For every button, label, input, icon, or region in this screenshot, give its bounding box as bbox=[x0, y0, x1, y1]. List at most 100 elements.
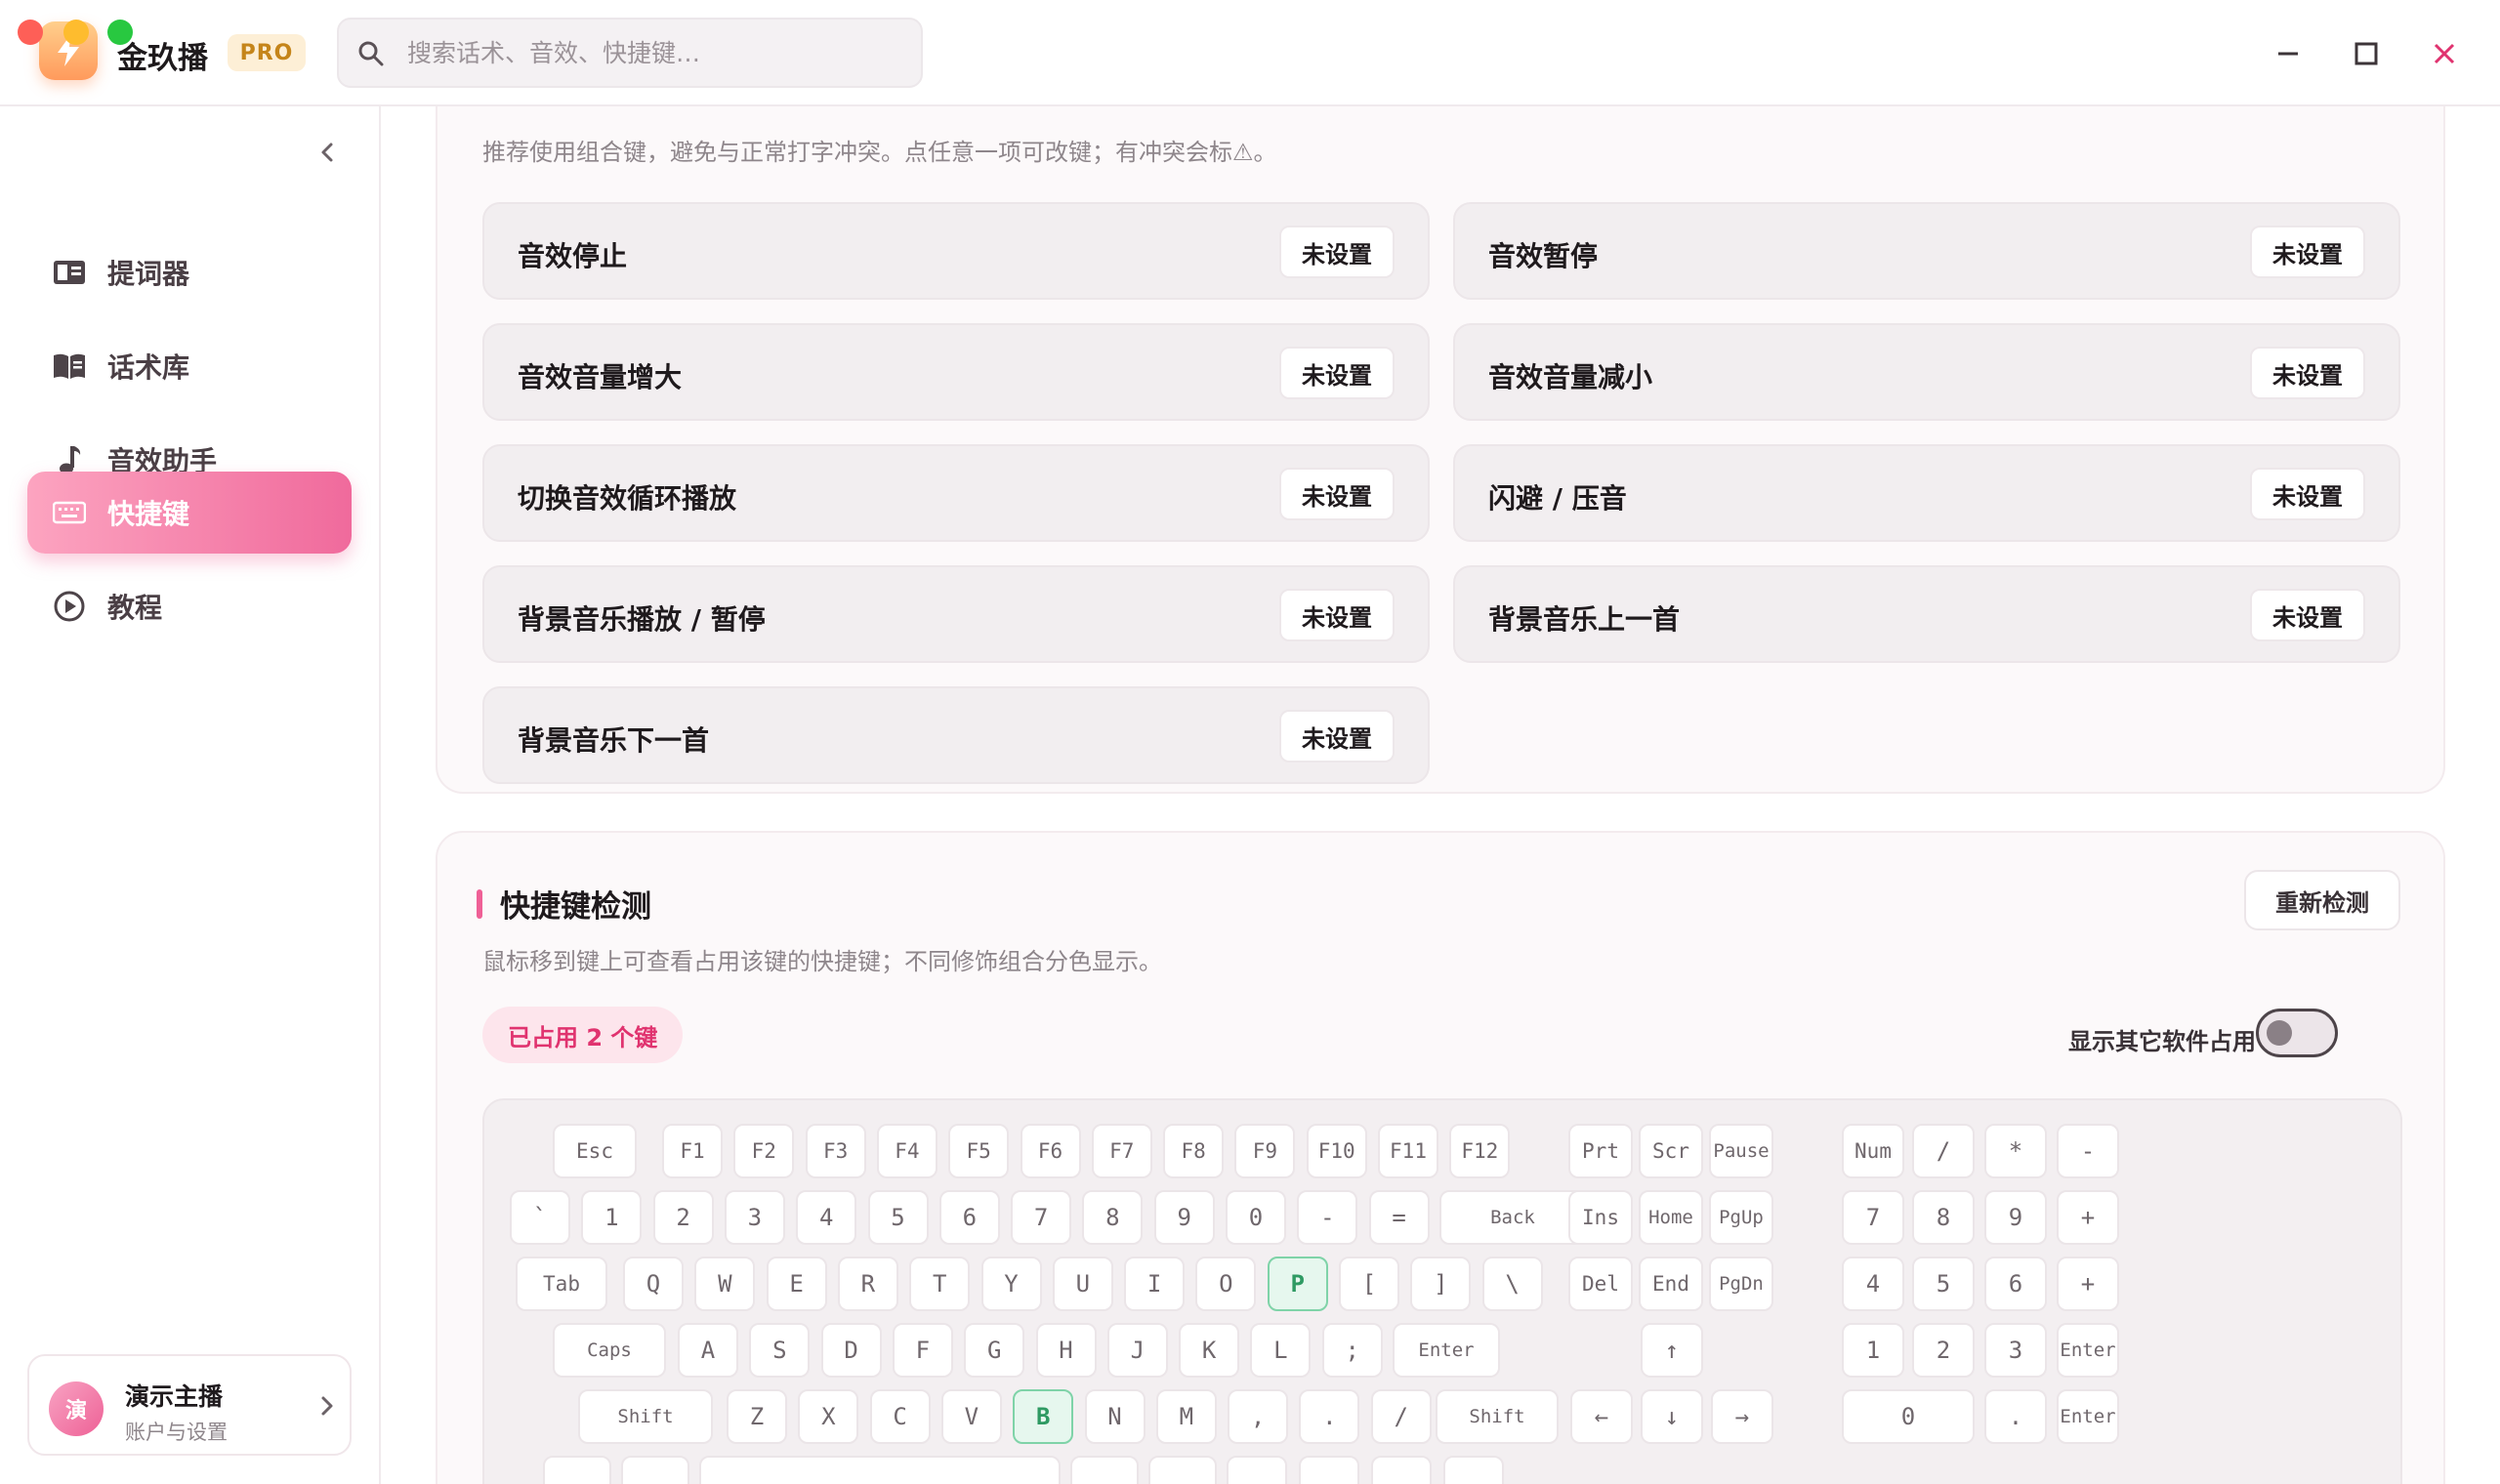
redetect-button[interactable]: 重新检测 bbox=[2244, 870, 2400, 930]
key-symbol[interactable]: + bbox=[2057, 1257, 2119, 1311]
key-symbol[interactable]: ↑ bbox=[1641, 1323, 1703, 1378]
key-0[interactable]: 0 bbox=[1842, 1389, 1975, 1444]
key-enter[interactable]: Enter bbox=[1393, 1323, 1500, 1378]
key-w[interactable]: W bbox=[694, 1257, 756, 1311]
key-f11[interactable]: F11 bbox=[1378, 1124, 1438, 1178]
key-9[interactable]: 9 bbox=[1984, 1190, 2047, 1245]
key-back[interactable]: Back bbox=[1439, 1190, 1586, 1245]
key-2[interactable]: 2 bbox=[1912, 1323, 1975, 1378]
key-symbol[interactable]: ; bbox=[1321, 1323, 1383, 1378]
key-k[interactable]: K bbox=[1179, 1323, 1240, 1378]
key-scr[interactable]: Scr bbox=[1639, 1124, 1703, 1178]
key-7[interactable]: 7 bbox=[1842, 1190, 1904, 1245]
key-f9[interactable]: F9 bbox=[1234, 1124, 1296, 1178]
key-bottom-row[interactable] bbox=[543, 1456, 611, 1484]
key-symbol[interactable]: → bbox=[1711, 1389, 1773, 1444]
key-f10[interactable]: F10 bbox=[1306, 1124, 1367, 1178]
key-symbol[interactable]: = bbox=[1368, 1190, 1430, 1245]
key-bottom-row[interactable] bbox=[1299, 1456, 1359, 1484]
key-g[interactable]: G bbox=[964, 1323, 1025, 1378]
key-num[interactable]: Num bbox=[1842, 1124, 1904, 1178]
key-symbol[interactable]: ] bbox=[1410, 1257, 1472, 1311]
search-box[interactable] bbox=[337, 18, 923, 88]
shortcut-key-button[interactable]: 未设置 bbox=[2250, 226, 2365, 278]
key-f[interactable]: F bbox=[892, 1323, 953, 1378]
key-symbol[interactable]: * bbox=[1984, 1124, 2047, 1178]
key-r[interactable]: R bbox=[837, 1257, 898, 1311]
key-c[interactable]: C bbox=[869, 1389, 931, 1444]
key-home[interactable]: Home bbox=[1639, 1190, 1703, 1245]
key-f8[interactable]: F8 bbox=[1163, 1124, 1225, 1178]
collapse-sidebar-button[interactable] bbox=[311, 136, 344, 169]
key-a[interactable]: A bbox=[678, 1323, 738, 1378]
shortcut-key-button[interactable]: 未设置 bbox=[1279, 347, 1395, 399]
key-caps[interactable]: Caps bbox=[553, 1323, 666, 1378]
user-card[interactable]: 演 演示主播 账户与设置 bbox=[27, 1354, 352, 1456]
key-s[interactable]: S bbox=[749, 1323, 811, 1378]
shortcut-row[interactable]: 背景音乐上一首 未设置 bbox=[1453, 565, 2400, 663]
key-u[interactable]: U bbox=[1052, 1257, 1113, 1311]
key-f4[interactable]: F4 bbox=[876, 1124, 938, 1178]
key-4[interactable]: 4 bbox=[1842, 1257, 1904, 1311]
shortcut-key-button[interactable]: 未设置 bbox=[1279, 589, 1395, 641]
key-prt[interactable]: Prt bbox=[1568, 1124, 1633, 1178]
key-8[interactable]: 8 bbox=[1912, 1190, 1975, 1245]
key-bottom-row[interactable] bbox=[1070, 1456, 1139, 1484]
key-y[interactable]: Y bbox=[980, 1257, 1042, 1311]
key-n[interactable]: N bbox=[1084, 1389, 1146, 1444]
sidebar-item-teleprompter[interactable]: 提词器 bbox=[27, 231, 352, 313]
key-b[interactable]: B bbox=[1013, 1389, 1074, 1444]
shortcut-row[interactable]: 音效暂停 未设置 bbox=[1453, 202, 2400, 300]
shortcut-key-button[interactable]: 未设置 bbox=[1279, 468, 1395, 520]
key-m[interactable]: M bbox=[1155, 1389, 1217, 1444]
key-enter[interactable]: Enter bbox=[2057, 1389, 2119, 1444]
key-tab[interactable]: Tab bbox=[516, 1257, 607, 1311]
key-symbol[interactable]: / bbox=[1370, 1389, 1432, 1444]
shortcut-row[interactable]: 音效停止 未设置 bbox=[482, 202, 1430, 300]
key-5[interactable]: 5 bbox=[867, 1190, 929, 1245]
key-f5[interactable]: F5 bbox=[948, 1124, 1010, 1178]
key-3[interactable]: 3 bbox=[1984, 1323, 2047, 1378]
key-8[interactable]: 8 bbox=[1082, 1190, 1144, 1245]
key-symbol[interactable]: - bbox=[1297, 1190, 1358, 1245]
key-2[interactable]: 2 bbox=[652, 1190, 714, 1245]
key-t[interactable]: T bbox=[909, 1257, 971, 1311]
close-window-dot[interactable] bbox=[18, 20, 43, 45]
shortcut-key-button[interactable]: 未设置 bbox=[2250, 347, 2365, 399]
key-bottom-row[interactable] bbox=[1148, 1456, 1217, 1484]
key-pgdn[interactable]: PgDn bbox=[1709, 1257, 1773, 1311]
minimize-button[interactable] bbox=[2264, 29, 2312, 78]
key-x[interactable]: X bbox=[798, 1389, 859, 1444]
key-f7[interactable]: F7 bbox=[1091, 1124, 1152, 1178]
key-0[interactable]: 0 bbox=[1226, 1190, 1286, 1245]
key-v[interactable]: V bbox=[940, 1389, 1002, 1444]
key-6[interactable]: 6 bbox=[938, 1190, 1000, 1245]
shortcut-row[interactable]: 背景音乐下一首 未设置 bbox=[482, 686, 1430, 784]
key-f6[interactable]: F6 bbox=[1020, 1124, 1081, 1178]
key-i[interactable]: I bbox=[1124, 1257, 1186, 1311]
key-symbol[interactable]: , bbox=[1228, 1389, 1289, 1444]
key-f1[interactable]: F1 bbox=[662, 1124, 723, 1178]
key-9[interactable]: 9 bbox=[1153, 1190, 1215, 1245]
sidebar-item-scripts[interactable]: 话术库 bbox=[27, 325, 352, 407]
key-enter[interactable]: Enter bbox=[2057, 1323, 2119, 1378]
key-symbol[interactable]: ↓ bbox=[1641, 1389, 1703, 1444]
key-bottom-row[interactable] bbox=[699, 1456, 1061, 1484]
key-3[interactable]: 3 bbox=[724, 1190, 785, 1245]
key-1[interactable]: 1 bbox=[581, 1190, 643, 1245]
key-j[interactable]: J bbox=[1106, 1323, 1168, 1378]
key-h[interactable]: H bbox=[1035, 1323, 1097, 1378]
shortcut-key-button[interactable]: 未设置 bbox=[2250, 589, 2365, 641]
close-button[interactable] bbox=[2420, 29, 2469, 78]
key-z[interactable]: Z bbox=[727, 1389, 787, 1444]
key-bottom-row[interactable] bbox=[1371, 1456, 1432, 1484]
search-input[interactable] bbox=[407, 31, 905, 74]
key-5[interactable]: 5 bbox=[1912, 1257, 1975, 1311]
maximize-button[interactable] bbox=[2342, 29, 2391, 78]
key-6[interactable]: 6 bbox=[1984, 1257, 2047, 1311]
key-1[interactable]: 1 bbox=[1842, 1323, 1904, 1378]
key-symbol[interactable]: ` bbox=[510, 1190, 570, 1245]
shortcut-key-button[interactable]: 未设置 bbox=[1279, 226, 1395, 278]
key-bottom-row[interactable] bbox=[621, 1456, 689, 1484]
key-esc[interactable]: Esc bbox=[553, 1124, 637, 1178]
